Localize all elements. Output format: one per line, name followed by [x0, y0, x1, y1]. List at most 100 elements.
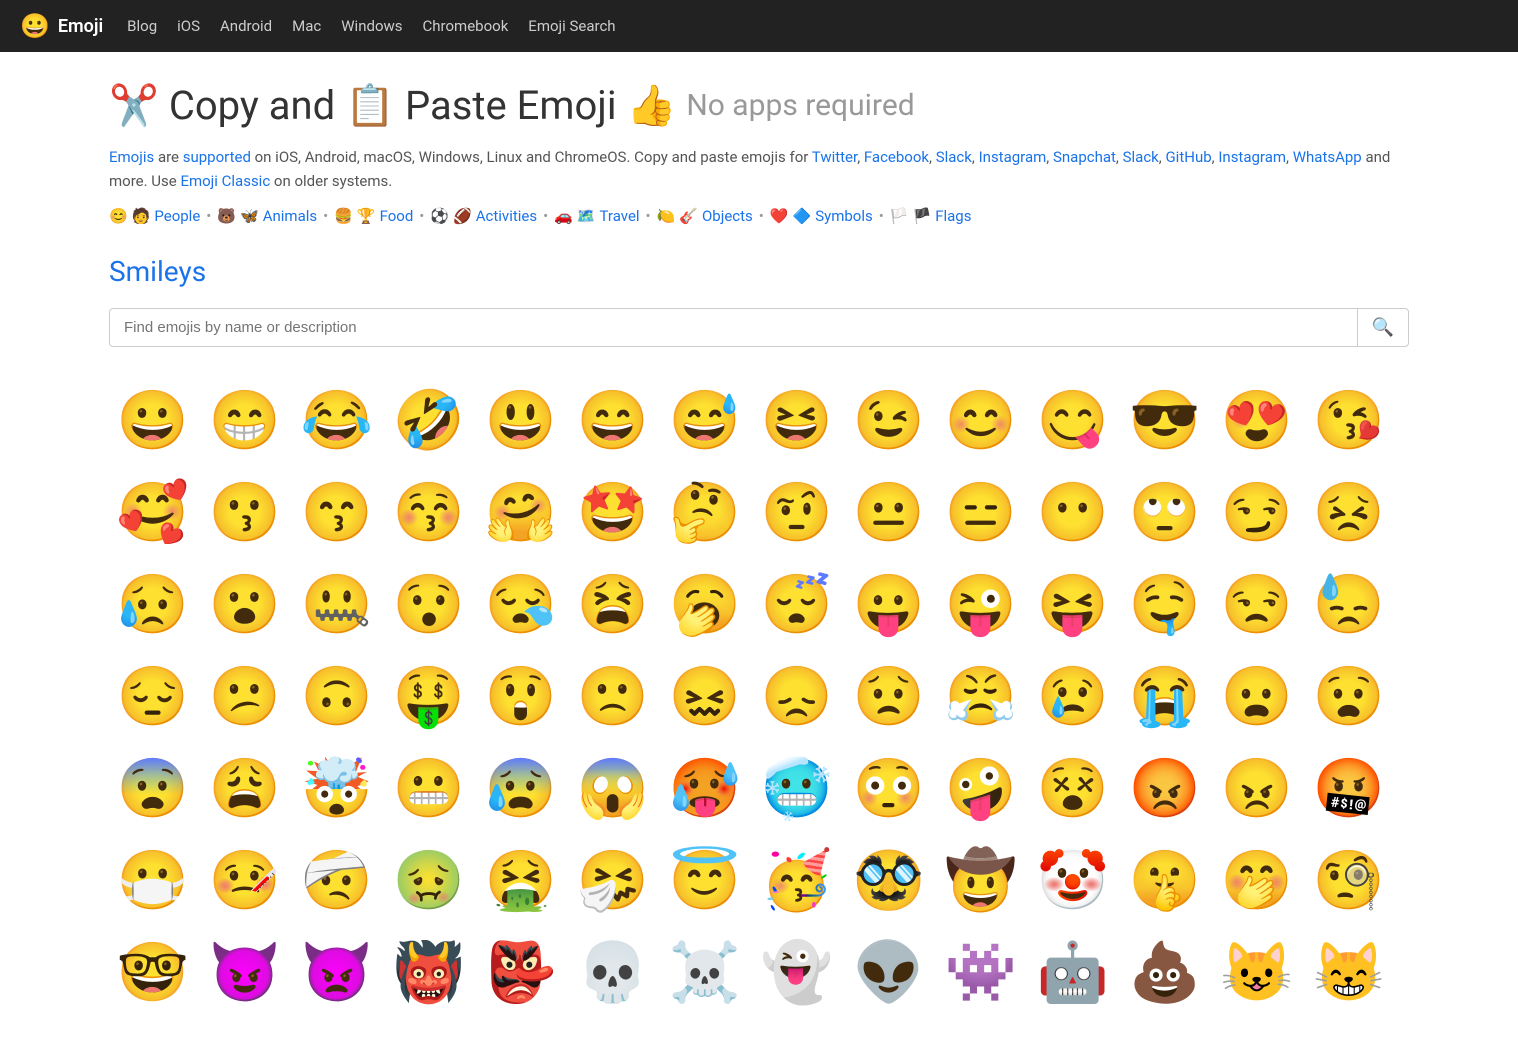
instagram-link-2[interactable]: Instagram: [1218, 148, 1286, 166]
instagram-link-1[interactable]: Instagram: [979, 148, 1047, 166]
nav-link-chromebook[interactable]: Chromebook: [423, 17, 509, 35]
emoji-item[interactable]: 😯: [385, 561, 473, 649]
emoji-item[interactable]: 😸: [1305, 929, 1393, 1017]
emoji-item[interactable]: 😔: [109, 653, 197, 741]
emoji-item[interactable]: 😥: [109, 561, 197, 649]
category-link-people[interactable]: People: [154, 207, 200, 225]
emoji-item[interactable]: 😍: [1213, 377, 1301, 465]
emoji-item[interactable]: 🤓: [109, 929, 197, 1017]
emoji-item[interactable]: 👺: [477, 929, 565, 1017]
emoji-item[interactable]: 😊: [937, 377, 1025, 465]
emoji-item[interactable]: 😪: [477, 561, 565, 649]
emoji-item[interactable]: 🤭: [1213, 837, 1301, 925]
emoji-item[interactable]: 👽: [845, 929, 933, 1017]
search-button[interactable]: 🔍: [1357, 309, 1408, 346]
emoji-item[interactable]: 🤔: [661, 469, 749, 557]
emoji-item[interactable]: 😺: [1213, 929, 1301, 1017]
emoji-item[interactable]: 🤨: [753, 469, 841, 557]
emoji-item[interactable]: 🤡: [1029, 837, 1117, 925]
emoji-item[interactable]: 😳: [845, 745, 933, 833]
emoji-item[interactable]: 😟: [845, 653, 933, 741]
emoji-item[interactable]: 😜: [937, 561, 1025, 649]
emoji-item[interactable]: 😠: [1213, 745, 1301, 833]
category-link-flags[interactable]: Flags: [935, 207, 971, 225]
github-link[interactable]: GitHub: [1165, 148, 1211, 166]
emoji-item[interactable]: 🤫: [1121, 837, 1209, 925]
emoji-item[interactable]: 😐: [845, 469, 933, 557]
emoji-item[interactable]: 😇: [661, 837, 749, 925]
emoji-item[interactable]: 😤: [937, 653, 1025, 741]
emoji-item[interactable]: 😷: [109, 837, 197, 925]
category-link-travel[interactable]: Travel: [600, 207, 640, 225]
emoji-item[interactable]: 🤣: [385, 377, 473, 465]
emoji-item[interactable]: 😗: [201, 469, 289, 557]
emoji-item[interactable]: 😡: [1121, 745, 1209, 833]
emoji-item[interactable]: 🥱: [661, 561, 749, 649]
emoji-item[interactable]: 😫: [569, 561, 657, 649]
emoji-item[interactable]: 😝: [1029, 561, 1117, 649]
emoji-item[interactable]: 😑: [937, 469, 1025, 557]
emoji-item[interactable]: 😱: [569, 745, 657, 833]
emoji-item[interactable]: 😘: [1305, 377, 1393, 465]
emoji-item[interactable]: 👹: [385, 929, 473, 1017]
slack-link-2[interactable]: Slack: [1123, 148, 1159, 166]
emoji-item[interactable]: 🤠: [937, 837, 1025, 925]
emoji-item[interactable]: 🤢: [385, 837, 473, 925]
emoji-item[interactable]: 🤤: [1121, 561, 1209, 649]
emoji-item[interactable]: 😄: [569, 377, 657, 465]
emoji-item[interactable]: 🤧: [569, 837, 657, 925]
facebook-link[interactable]: Facebook: [864, 148, 929, 166]
emoji-item[interactable]: 🥳: [753, 837, 841, 925]
emoji-item[interactable]: 😲: [477, 653, 565, 741]
search-input[interactable]: [110, 309, 1357, 346]
emoji-item[interactable]: 😩: [201, 745, 289, 833]
emojis-link[interactable]: Emojis: [109, 148, 154, 166]
nav-link-ios[interactable]: iOS: [177, 17, 200, 35]
nav-logo[interactable]: 😀 Emoji: [20, 12, 103, 40]
category-link-food[interactable]: Food: [380, 207, 414, 225]
category-link-activities[interactable]: Activities: [476, 207, 537, 225]
emoji-item[interactable]: 🙄: [1121, 469, 1209, 557]
emoji-item[interactable]: 🤒: [201, 837, 289, 925]
emoji-item[interactable]: 😮: [201, 561, 289, 649]
emoji-item[interactable]: 😣: [1305, 469, 1393, 557]
emoji-classic-link[interactable]: Emoji Classic: [180, 172, 270, 190]
category-link-symbols[interactable]: Symbols: [815, 207, 873, 225]
emoji-item[interactable]: 🙃: [293, 653, 381, 741]
emoji-item[interactable]: 🧐: [1305, 837, 1393, 925]
emoji-item[interactable]: 🤬: [1305, 745, 1393, 833]
emoji-item[interactable]: 🤕: [293, 837, 381, 925]
emoji-item[interactable]: 🤩: [569, 469, 657, 557]
emoji-item[interactable]: 😅: [661, 377, 749, 465]
emoji-item[interactable]: 😧: [1305, 653, 1393, 741]
emoji-item[interactable]: 😵: [1029, 745, 1117, 833]
emoji-item[interactable]: 😰: [477, 745, 565, 833]
nav-link-android[interactable]: Android: [220, 17, 272, 35]
emoji-item[interactable]: 😆: [753, 377, 841, 465]
emoji-item[interactable]: 😂: [293, 377, 381, 465]
emoji-item[interactable]: 😛: [845, 561, 933, 649]
emoji-item[interactable]: 🤑: [385, 653, 473, 741]
supported-link[interactable]: supported: [183, 148, 251, 166]
nav-link-emoji-search[interactable]: Emoji Search: [528, 17, 615, 35]
emoji-item[interactable]: 😀: [109, 377, 197, 465]
emoji-item[interactable]: 😎: [1121, 377, 1209, 465]
emoji-item[interactable]: 🤮: [477, 837, 565, 925]
emoji-item[interactable]: 👻: [753, 929, 841, 1017]
emoji-item[interactable]: 🙁: [569, 653, 657, 741]
emoji-item[interactable]: 😨: [109, 745, 197, 833]
nav-link-mac[interactable]: Mac: [292, 17, 321, 35]
emoji-item[interactable]: 😞: [753, 653, 841, 741]
emoji-item[interactable]: 😭: [1121, 653, 1209, 741]
emoji-item[interactable]: 😋: [1029, 377, 1117, 465]
emoji-item[interactable]: 😃: [477, 377, 565, 465]
emoji-item[interactable]: 🥵: [661, 745, 749, 833]
emoji-item[interactable]: 🤐: [293, 561, 381, 649]
emoji-item[interactable]: 😁: [201, 377, 289, 465]
emoji-item[interactable]: 💀: [569, 929, 657, 1017]
emoji-item[interactable]: 🤪: [937, 745, 1025, 833]
emoji-item[interactable]: 👾: [937, 929, 1025, 1017]
slack-link-1[interactable]: Slack: [936, 148, 972, 166]
category-link-objects[interactable]: Objects: [702, 207, 753, 225]
emoji-item[interactable]: 😕: [201, 653, 289, 741]
